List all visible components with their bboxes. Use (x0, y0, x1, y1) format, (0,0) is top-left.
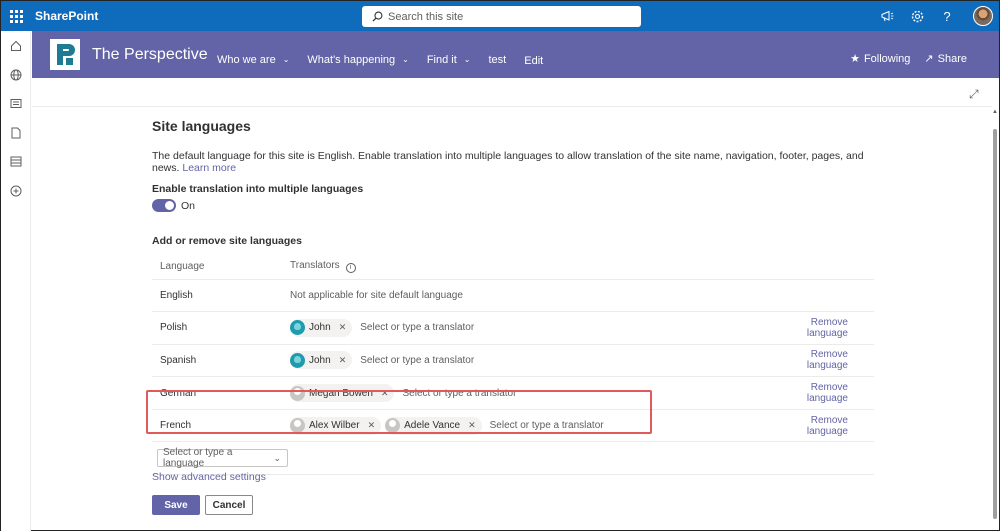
chevron-down-icon: ⌄ (273, 452, 281, 463)
site-logo[interactable] (50, 39, 80, 70)
toggle-state: On (181, 199, 196, 212)
language-name: English (152, 278, 282, 312)
chevron-down-icon: ⌄ (463, 55, 471, 64)
table-row: English Not applicable for site default … (152, 278, 874, 312)
translator-name: John (309, 354, 331, 366)
nav-label: What's happening (307, 53, 396, 66)
column-header-label: Translators (290, 260, 340, 272)
nav-whats-happening[interactable]: What's happening ⌄ (307, 52, 408, 67)
suite-bar: SharePoint Search this site ? (1, 1, 999, 31)
remove-icon[interactable]: ✕ (339, 322, 347, 333)
language-name: Polish (152, 311, 282, 345)
remove-language-link[interactable]: Remove language (772, 311, 874, 345)
language-dropdown-placeholder: Select or type a language (163, 447, 233, 470)
column-header-translators: Translators i (282, 255, 772, 279)
list-icon[interactable] (1, 147, 31, 176)
site-title[interactable]: The Perspective (92, 46, 208, 64)
default-language-note: Not applicable for site default language (282, 278, 772, 312)
site-header: The Perspective Who we are ⌄ What's happe… (32, 31, 999, 78)
chevron-down-icon: ⌄ (402, 55, 409, 64)
star-icon: ★ (850, 53, 860, 65)
megaphone-icon[interactable] (879, 8, 895, 24)
following-button[interactable]: ★ Following (850, 52, 911, 66)
news-icon[interactable] (1, 89, 31, 118)
language-name: Spanish (152, 343, 282, 377)
add-icon[interactable] (1, 176, 31, 205)
nav-test[interactable]: test (489, 52, 507, 67)
following-label: Following (863, 52, 911, 65)
highlight-box (146, 390, 652, 434)
translator-chip: John ✕ (290, 351, 353, 370)
translator-chip: John ✕ (290, 318, 353, 337)
toggle-label: Enable translation into multiple languag… (152, 183, 364, 195)
add-language-cell: Select or type a language ⌄ (152, 441, 874, 476)
description-text: The default language for this site is En… (152, 150, 864, 174)
column-header-actions (772, 255, 874, 279)
column-header-language: Language (160, 261, 205, 273)
share-label: Share (937, 52, 967, 65)
app-name[interactable]: SharePoint (35, 9, 98, 23)
save-button[interactable]: Save (152, 495, 200, 515)
scrollbar-thumb[interactable] (993, 129, 997, 519)
search-box[interactable]: Search this site (362, 6, 641, 27)
app-launcher-icon[interactable] (1, 1, 31, 31)
translator-input[interactable]: Select or type a translator (360, 322, 474, 333)
languages-table: Language Translators i English Not applic… (152, 255, 874, 476)
nav-who-we-are[interactable]: Who we are ⌄ (217, 52, 289, 67)
remove-language-link[interactable]: Remove language (772, 343, 874, 377)
nav-edit[interactable]: Edit (524, 55, 543, 67)
document-icon[interactable] (1, 118, 31, 147)
language-dropdown[interactable]: Select or type a language ⌄ (157, 447, 288, 470)
show-advanced-settings-link[interactable]: Show advanced settings (152, 471, 266, 483)
translator-input[interactable]: Select or type a translator (360, 355, 474, 366)
scroll-up-icon[interactable]: ▲ (992, 109, 998, 115)
nav-label: Who we are (217, 53, 276, 66)
remove-language-link[interactable]: Remove language (772, 408, 874, 442)
cancel-button[interactable]: Cancel (205, 495, 253, 515)
divider (32, 106, 992, 107)
info-icon[interactable]: i (345, 263, 356, 274)
share-icon: ↗ (924, 53, 934, 65)
left-rail (1, 31, 31, 531)
translation-toggle[interactable] (152, 199, 176, 212)
user-avatar[interactable] (973, 6, 993, 26)
table-row: Polish John ✕ Select or type a translator… (152, 311, 874, 345)
nav-label: Find it (426, 53, 457, 66)
share-button[interactable]: ↗ Share (924, 52, 967, 66)
chevron-down-icon: ⌄ (282, 55, 290, 64)
table-row: Select or type a language ⌄ (152, 441, 874, 476)
scrollbar[interactable]: ▲ (991, 107, 999, 531)
translator-picker[interactable]: John ✕ Select or type a translator (282, 343, 772, 377)
translator-picker[interactable]: John ✕ Select or type a translator (282, 311, 772, 345)
empty-cell (772, 278, 874, 312)
learn-more-link[interactable]: Learn more (182, 162, 236, 174)
description: The default language for this site is En… (152, 150, 872, 174)
section-label: Add or remove site languages (152, 235, 302, 247)
table-row: Spanish John ✕ Select or type a translato… (152, 343, 874, 377)
globe-icon[interactable] (1, 60, 31, 89)
remove-language-link[interactable]: Remove language (772, 376, 874, 410)
nav-label: test (488, 53, 507, 66)
remove-icon[interactable]: ✕ (339, 355, 347, 366)
search-icon (372, 11, 383, 22)
translator-name: John (309, 322, 331, 334)
help-icon[interactable]: ? (939, 8, 955, 24)
avatar (290, 352, 305, 368)
search-placeholder: Search this site (388, 10, 464, 23)
home-icon[interactable] (1, 31, 31, 60)
page-title: Site languages (152, 118, 251, 134)
avatar (290, 320, 305, 336)
settings-icon[interactable] (909, 8, 925, 24)
site-nav: Who we are ⌄ What's happening ⌄ Find it ⌄ t… (217, 52, 561, 68)
nav-find-it[interactable]: Find it ⌄ (427, 52, 471, 67)
expand-icon[interactable]: ⤢ (969, 87, 979, 102)
nav-label: Edit (524, 55, 544, 67)
